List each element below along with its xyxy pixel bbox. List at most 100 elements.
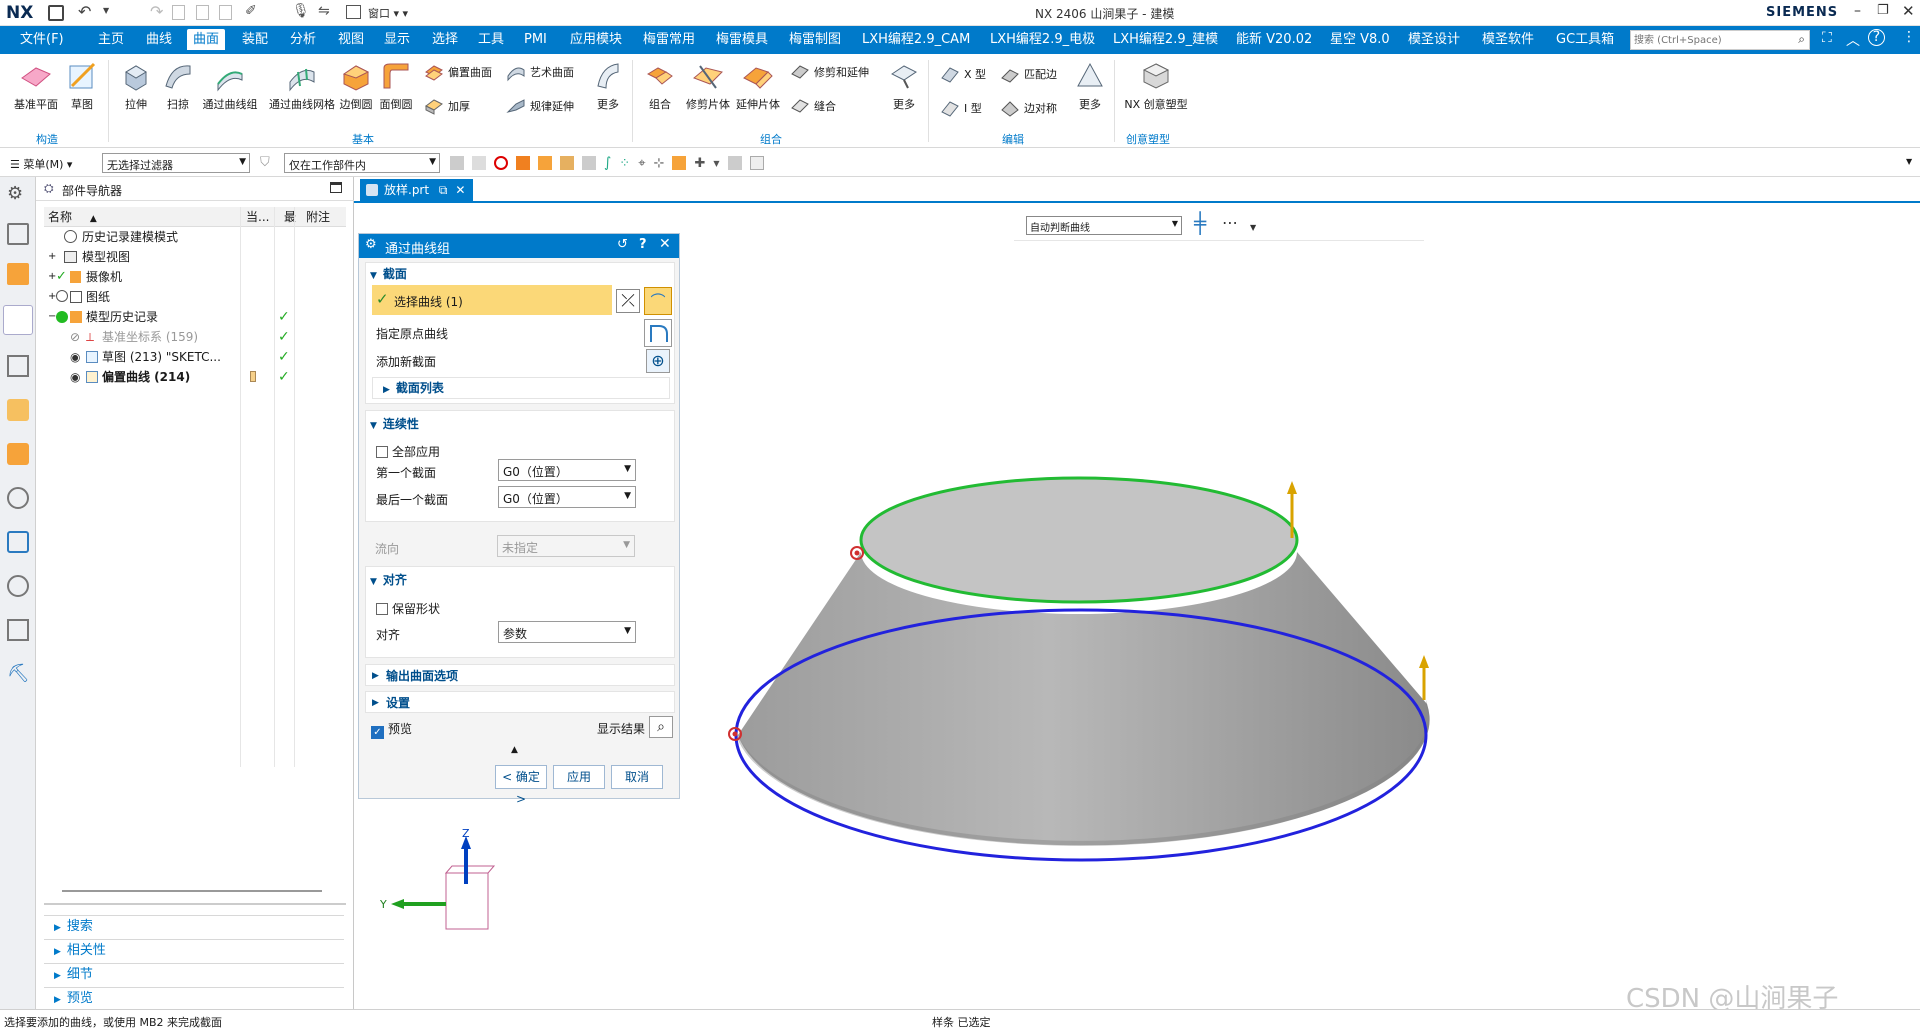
reuse-library-icon[interactable]: [7, 355, 29, 377]
offset-surface-button[interactable]: 偏置曲面: [424, 62, 492, 82]
eye-icon[interactable]: ◉: [70, 367, 80, 387]
assembly-navigator-icon[interactable]: [7, 223, 29, 245]
combine-more-button[interactable]: 更多: [886, 60, 922, 112]
hd3d-tools-icon[interactable]: [7, 399, 29, 421]
scope-select[interactable]: 仅在工作部件内 ▼: [284, 153, 440, 173]
command-search-input[interactable]: [1631, 31, 1781, 49]
sketch-button[interactable]: 草图: [64, 60, 100, 112]
output-options-section[interactable]: ▶ 输出曲面选项: [365, 664, 675, 686]
through-curve-mesh-button[interactable]: 通过曲线网格: [266, 60, 338, 112]
solid-body-icon[interactable]: [516, 156, 530, 170]
feature-icon[interactable]: [560, 156, 574, 170]
help-icon[interactable]: ?: [1868, 29, 1885, 46]
globe-icon[interactable]: [7, 531, 29, 553]
tree-row-model-views[interactable]: + 模型视图: [36, 247, 354, 267]
part-navigator-icon[interactable]: [3, 305, 33, 335]
x-type-button[interactable]: X 型: [940, 64, 986, 84]
stop-icon[interactable]: [494, 156, 508, 170]
select-all-icon[interactable]: [450, 156, 464, 170]
ok-button[interactable]: < 确定 >: [495, 765, 547, 806]
system-materials-icon[interactable]: ⛏: [7, 663, 30, 685]
tree-row-offset-curve[interactable]: ◉ 偏置曲线 (214) ✓: [36, 367, 354, 387]
command-search-box[interactable]: ⌕: [1630, 30, 1810, 50]
expand-icon[interactable]: +: [48, 247, 56, 267]
menu-analysis[interactable]: 分析: [290, 31, 316, 48]
dialog-help-icon[interactable]: ?: [639, 237, 647, 252]
eye-icon[interactable]: ◉: [70, 347, 80, 367]
nx-logo[interactable]: NX: [6, 3, 33, 23]
menu-gc-toolbox[interactable]: GC工具箱: [1556, 31, 1614, 48]
menu-display[interactable]: 显示: [384, 31, 410, 48]
edge-symmetry-button[interactable]: 边对称: [1000, 98, 1057, 118]
section-header[interactable]: ▼ 截面: [370, 265, 407, 282]
command-finder-icon[interactable]: ✐: [245, 3, 257, 19]
i-type-button[interactable]: I 型: [940, 98, 982, 118]
delete-icon[interactable]: [219, 5, 232, 20]
info-icon[interactable]: [7, 487, 29, 509]
datum-plane-button[interactable]: 基准平面: [12, 60, 60, 112]
menu-xingkong[interactable]: 星空 V8.0: [1330, 31, 1390, 48]
tab-part-file[interactable]: 放样.prt ⧉ ✕: [360, 179, 474, 201]
menu-home[interactable]: 主页: [98, 31, 124, 48]
apply-button[interactable]: 应用: [553, 765, 605, 789]
save-icon[interactable]: [48, 5, 64, 21]
basic-more-button[interactable]: 更多: [590, 60, 626, 112]
section-list-toggle[interactable]: ▶ 截面列表: [372, 377, 670, 399]
edge-blend-button[interactable]: 边倒圆: [338, 60, 374, 112]
menu-meilei-common[interactable]: 梅雷常用: [643, 31, 695, 48]
tree-row-model-history[interactable]: − 模型历史记录 ✓: [36, 307, 354, 327]
constraint-navigator-icon[interactable]: [7, 263, 29, 285]
column-name[interactable]: 名称 ▲: [48, 207, 97, 229]
select-curve-row[interactable]: ✓ 选择曲线 (1): [372, 285, 612, 315]
menu-pmi[interactable]: PMI: [524, 31, 547, 48]
reset-icon[interactable]: ↺: [617, 237, 628, 252]
extend-sheet-button[interactable]: 延伸片体: [734, 60, 782, 112]
hidden-eye-icon[interactable]: ⊘: [70, 327, 80, 347]
menu-lxh-electrode[interactable]: LXH编程2.9_电极: [990, 31, 1095, 48]
history-icon[interactable]: [7, 575, 29, 597]
column-current[interactable]: 当...: [246, 207, 269, 227]
window-menu[interactable]: 窗口 ▾ ▾: [368, 5, 408, 21]
collapse-ribbon-icon[interactable]: ︿: [1846, 30, 1860, 50]
snap-dropdown-icon[interactable]: ▼: [713, 159, 719, 168]
component-icon[interactable]: [582, 156, 596, 170]
settings-section[interactable]: ▶ 设置: [365, 691, 675, 713]
settings-icon[interactable]: ⚙: [7, 183, 29, 205]
nx-creative-button[interactable]: NX 创意塑型: [1122, 60, 1190, 112]
cancel-button[interactable]: 取消: [611, 765, 663, 789]
menu-meilei-drafting[interactable]: 梅雷制图: [789, 31, 841, 48]
preview-section[interactable]: ▶ 预览: [44, 987, 344, 1009]
extrude-button[interactable]: 拉伸: [118, 60, 154, 112]
window-switch-icon[interactable]: [346, 5, 361, 19]
menu-view[interactable]: 视图: [338, 31, 364, 48]
copy-icon[interactable]: [172, 5, 185, 20]
undo-icon[interactable]: ↶: [78, 2, 91, 21]
menu-file[interactable]: 文件(F): [20, 31, 64, 48]
snap-icon[interactable]: ⌖: [638, 156, 645, 171]
tree-row-history-mode[interactable]: 历史记录建模模式: [36, 227, 354, 247]
snap-center-icon[interactable]: ✚: [694, 156, 705, 171]
match-edge-button[interactable]: 匹配边: [1000, 64, 1057, 84]
details-section[interactable]: ▶ 细节: [44, 963, 344, 985]
show-result-button[interactable]: ⌕: [649, 716, 673, 738]
collapse-up-icon[interactable]: ▲: [511, 745, 518, 755]
dependencies-section[interactable]: ▶ 相关性: [44, 939, 344, 961]
deselect-icon[interactable]: [472, 156, 486, 170]
maximize-icon[interactable]: [330, 182, 342, 193]
type-filter-select[interactable]: 无选择过滤器 ▼: [102, 153, 250, 173]
alignment-select[interactable]: 参数 ▼: [498, 621, 636, 643]
trim-extend-button[interactable]: 修剪和延伸: [790, 62, 869, 82]
tab-close-icon[interactable]: ✕: [455, 183, 465, 197]
column-note[interactable]: 附注: [306, 207, 330, 227]
horizontal-scrollbar[interactable]: [62, 890, 322, 892]
paste-icon[interactable]: [196, 5, 209, 20]
tree-row-sketch[interactable]: ◉ 草图 (213) "SKETC... ✓: [36, 347, 354, 367]
menu-mosheng-design[interactable]: 模圣设计: [1408, 31, 1460, 48]
point-icon[interactable]: ⁘: [619, 156, 630, 171]
minimize-icon[interactable]: –: [1854, 3, 1861, 19]
unite-button[interactable]: 组合: [642, 60, 678, 112]
tree-row-datum-csys[interactable]: ⊘ ⟂ 基准坐标系 (159) ✓: [36, 327, 354, 347]
face-blend-button[interactable]: 面倒圆: [378, 60, 414, 112]
more-menu-icon[interactable]: ⋮: [1902, 29, 1916, 45]
flow-direction-select[interactable]: 未指定 ▼: [497, 535, 635, 557]
